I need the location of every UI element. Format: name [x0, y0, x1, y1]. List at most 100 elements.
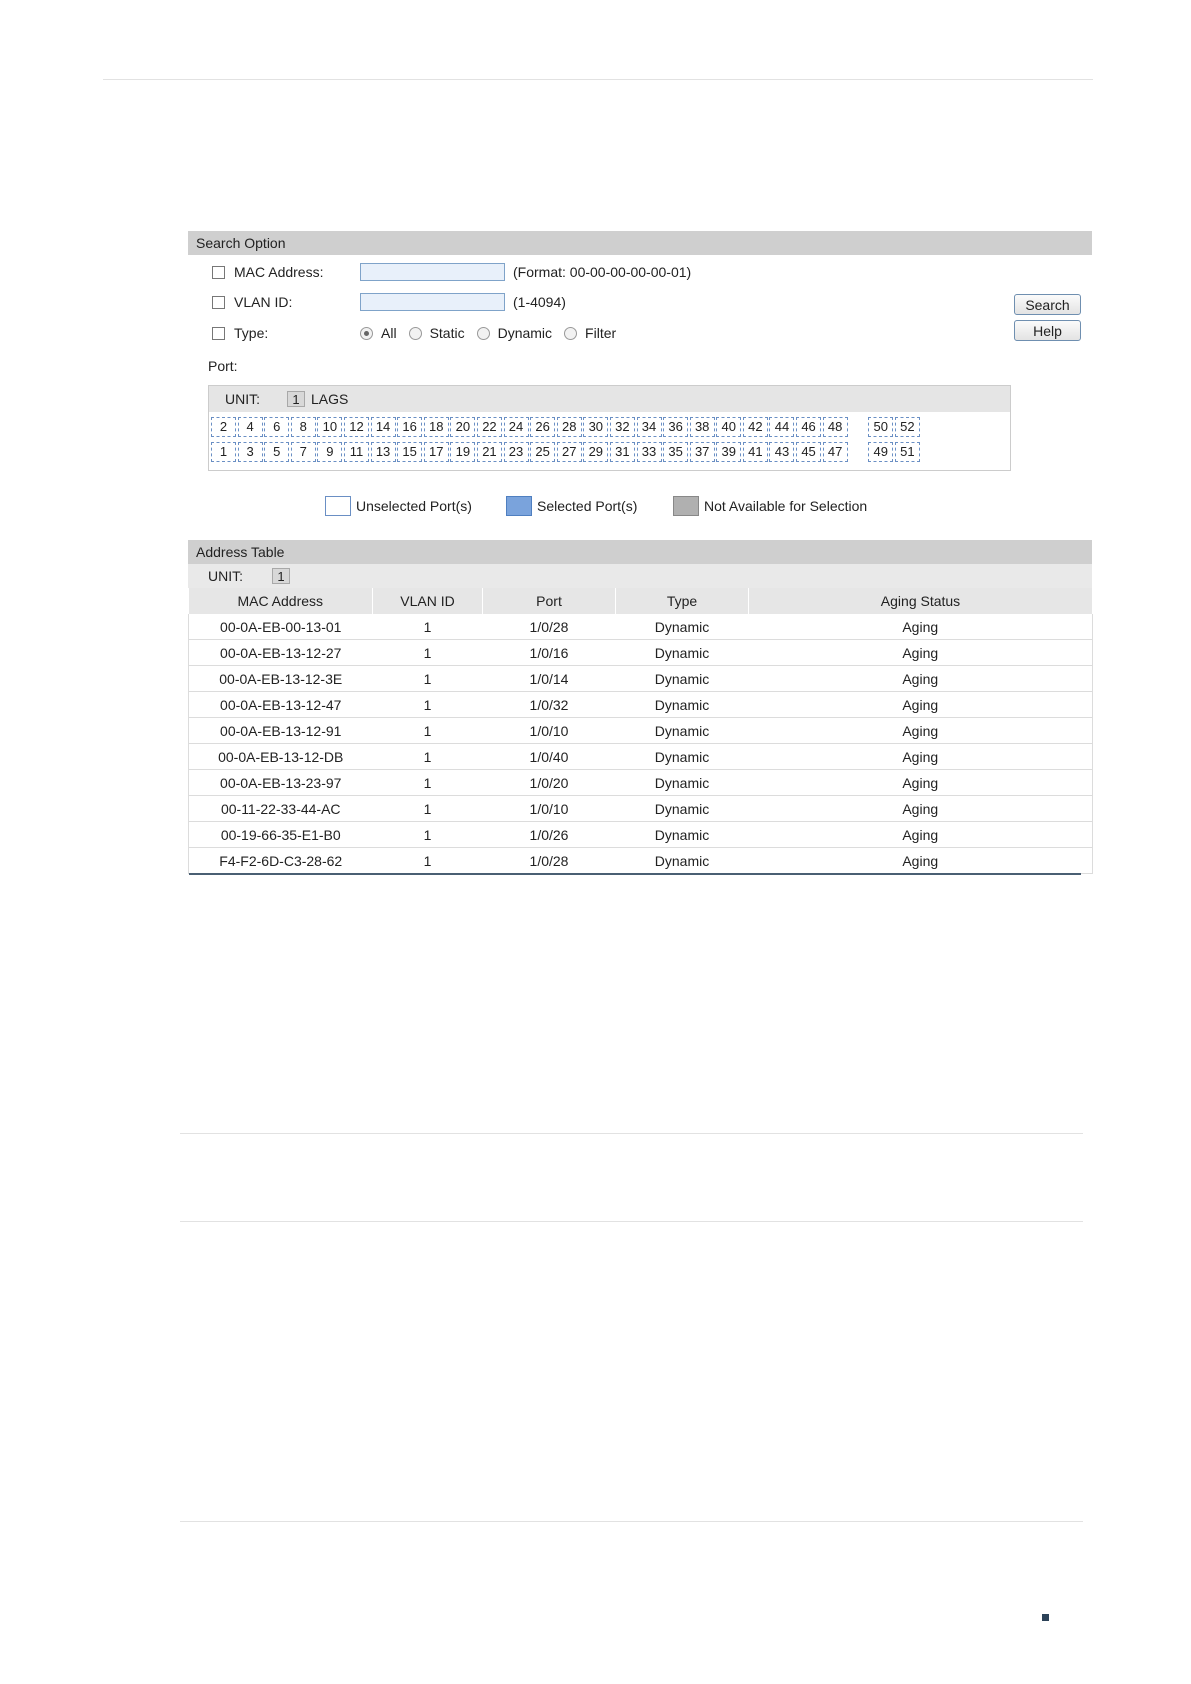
port-32[interactable]: 32	[609, 417, 635, 437]
even-port-row: 2 4 6 8 10 12 14 16 18 20 22 24 26 28 30 32 34 36 38 40 42 44…	[211, 417, 921, 437]
port-7[interactable]: 7	[290, 442, 316, 462]
legend-selected-label: Selected Port(s)	[537, 498, 638, 514]
type-checkbox[interactable]	[212, 326, 225, 340]
port-44[interactable]: 44	[769, 417, 795, 437]
port-25[interactable]: 25	[530, 442, 556, 462]
table-row: 00-0A-EB-13-12-91 1 1/0/10 Dynamic Aging	[188, 717, 1093, 744]
port-30[interactable]: 30	[583, 417, 609, 437]
port-cell: 1/0/20	[482, 769, 616, 796]
port-23[interactable]: 23	[503, 442, 529, 462]
port-29[interactable]: 29	[583, 442, 609, 462]
address-unit-label: UNIT:	[208, 568, 243, 584]
port-49[interactable]: 49	[868, 442, 894, 462]
port-22[interactable]: 22	[476, 417, 502, 437]
address-table-head: MAC Address VLAN ID Port Type Aging Stat…	[188, 588, 1093, 614]
port-14[interactable]: 14	[370, 417, 396, 437]
port-20[interactable]: 20	[450, 417, 476, 437]
mac-address-cell: 00-0A-EB-13-12-27	[188, 639, 373, 666]
port-43[interactable]: 43	[769, 442, 795, 462]
port-37[interactable]: 37	[689, 442, 715, 462]
type-cell: Dynamic	[615, 821, 749, 848]
search-button[interactable]: Search	[1014, 294, 1081, 315]
port-18[interactable]: 18	[423, 417, 449, 437]
column-header-port: Port	[482, 588, 616, 614]
port-50[interactable]: 50	[868, 417, 894, 437]
port-4[interactable]: 4	[237, 417, 263, 437]
port-15[interactable]: 15	[397, 442, 423, 462]
port-33[interactable]: 33	[636, 442, 662, 462]
port-48[interactable]: 48	[822, 417, 848, 437]
port-19[interactable]: 19	[450, 442, 476, 462]
table-row: 00-0A-EB-00-13-01 1 1/0/28 Dynamic Aging	[188, 614, 1093, 640]
port-cell: 1/0/10	[482, 795, 616, 822]
lags-tab[interactable]: LAGS	[311, 391, 348, 407]
port-5[interactable]: 5	[264, 442, 290, 462]
port-31[interactable]: 31	[609, 442, 635, 462]
vlan-id-cell: 1	[372, 821, 483, 848]
port-21[interactable]: 21	[476, 442, 502, 462]
aging-status-cell: Aging	[748, 821, 1093, 848]
mac-address-label: MAC Address:	[234, 264, 324, 280]
mac-address-checkbox[interactable]	[212, 265, 225, 279]
port-26[interactable]: 26	[530, 417, 556, 437]
port-45[interactable]: 45	[796, 442, 822, 462]
port-unit-bar: UNIT: 1 LAGS	[209, 386, 1010, 412]
port-cell: 1/0/28	[482, 614, 616, 640]
port-3[interactable]: 3	[237, 442, 263, 462]
vlan-id-cell: 1	[372, 769, 483, 796]
port-42[interactable]: 42	[742, 417, 768, 437]
type-all-radio[interactable]	[360, 326, 373, 340]
mac-address-input[interactable]	[360, 263, 505, 281]
port-17[interactable]: 17	[423, 442, 449, 462]
port-2[interactable]: 2	[211, 417, 236, 437]
port-9[interactable]: 9	[317, 442, 343, 462]
port-13[interactable]: 13	[370, 442, 396, 462]
type-filter-radio[interactable]	[564, 326, 578, 340]
port-11[interactable]: 11	[343, 442, 369, 462]
divider-1	[180, 1133, 1083, 1134]
figure-bottom-rule	[189, 873, 1081, 875]
vlan-id-checkbox[interactable]	[212, 295, 225, 309]
port-16[interactable]: 16	[397, 417, 423, 437]
port-51[interactable]: 51	[894, 442, 920, 462]
port-38[interactable]: 38	[689, 417, 715, 437]
port-52[interactable]: 52	[894, 417, 920, 437]
port-12[interactable]: 12	[343, 417, 369, 437]
mac-address-cell: 00-11-22-33-44-AC	[188, 795, 373, 822]
port-47[interactable]: 47	[822, 442, 848, 462]
port-6[interactable]: 6	[264, 417, 290, 437]
port-40[interactable]: 40	[716, 417, 742, 437]
table-row: 00-0A-EB-13-12-27 1 1/0/16 Dynamic Aging	[188, 639, 1093, 666]
help-button[interactable]: Help	[1014, 320, 1081, 341]
port-28[interactable]: 28	[556, 417, 582, 437]
port-8[interactable]: 8	[290, 417, 316, 437]
type-cell: Dynamic	[615, 847, 749, 874]
type-dynamic-label: Dynamic	[497, 325, 553, 341]
port-10[interactable]: 10	[317, 417, 343, 437]
port-39[interactable]: 39	[716, 442, 742, 462]
aging-status-cell: Aging	[748, 769, 1093, 796]
vlan-id-cell: 1	[372, 639, 483, 666]
type-dynamic-radio[interactable]	[476, 326, 490, 340]
port-46[interactable]: 46	[796, 417, 822, 437]
vlan-id-input[interactable]	[360, 293, 505, 311]
port-cell: 1/0/32	[482, 691, 616, 718]
legend-unselected-label: Unselected Port(s)	[356, 498, 472, 514]
address-table: MAC Address VLAN ID Port Type Aging Stat…	[188, 588, 1093, 874]
port-24[interactable]: 24	[503, 417, 529, 437]
port-36[interactable]: 36	[663, 417, 689, 437]
port-27[interactable]: 27	[556, 442, 582, 462]
port-unit-chip[interactable]: 1	[287, 391, 305, 407]
type-static-radio[interactable]	[408, 326, 422, 340]
aging-status-cell: Aging	[748, 795, 1093, 822]
legend-not-available-label: Not Available for Selection	[704, 498, 868, 514]
port-41[interactable]: 41	[742, 442, 768, 462]
port-1[interactable]: 1	[211, 442, 236, 462]
port-34[interactable]: 34	[636, 417, 662, 437]
column-header-vlan-id: VLAN ID	[372, 588, 483, 614]
port-label: Port:	[208, 358, 238, 374]
type-cell: Dynamic	[615, 795, 749, 822]
port-35[interactable]: 35	[663, 442, 689, 462]
address-unit-chip[interactable]: 1	[272, 568, 290, 584]
vlan-id-row: VLAN ID: (1-4094)	[212, 291, 566, 313]
